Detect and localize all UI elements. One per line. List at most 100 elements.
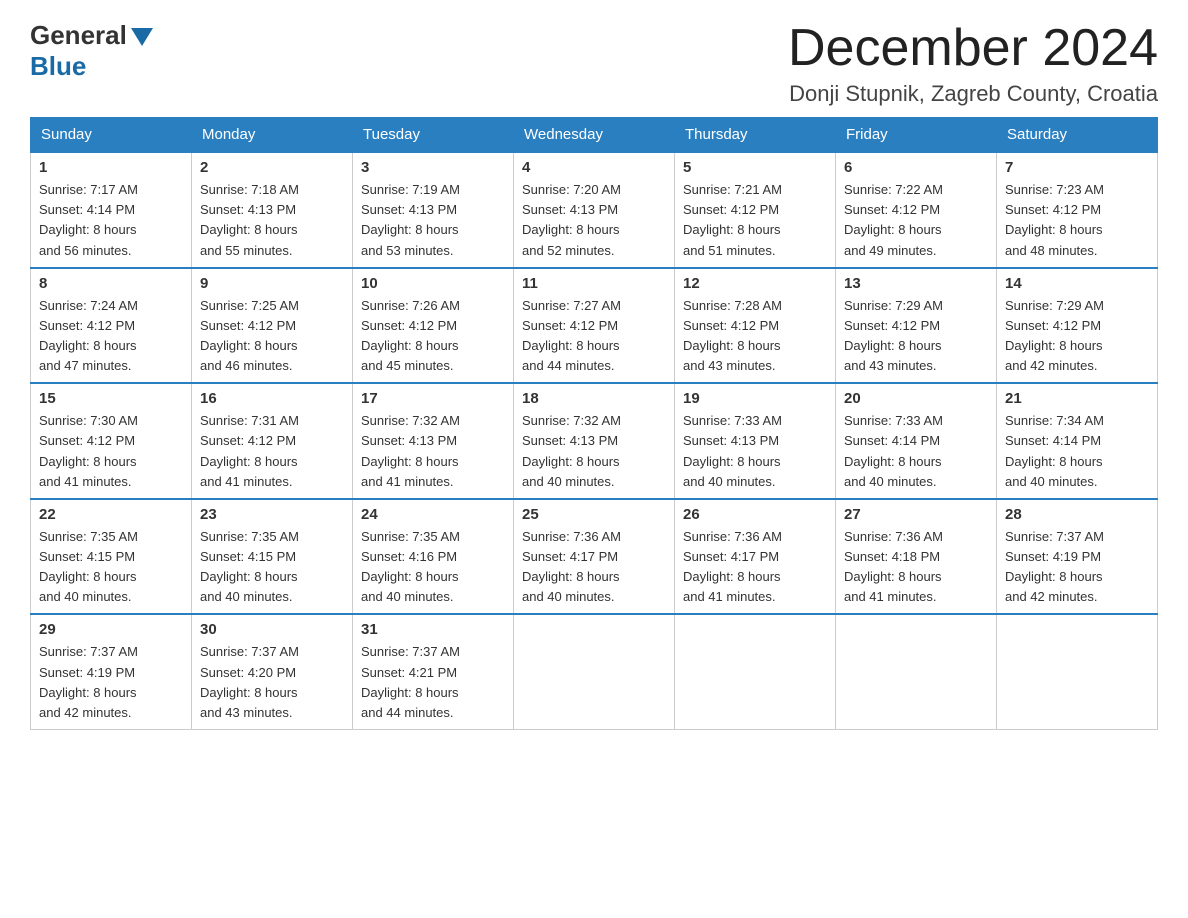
calendar-day-cell: 13 Sunrise: 7:29 AM Sunset: 4:12 PM Dayl… — [836, 268, 997, 384]
day-info: Sunrise: 7:27 AM Sunset: 4:12 PM Dayligh… — [522, 296, 666, 377]
day-info: Sunrise: 7:35 AM Sunset: 4:15 PM Dayligh… — [200, 527, 344, 608]
day-info: Sunrise: 7:26 AM Sunset: 4:12 PM Dayligh… — [361, 296, 505, 377]
logo: General Blue — [30, 20, 153, 82]
day-number: 4 — [522, 159, 666, 176]
day-number: 13 — [844, 275, 988, 292]
calendar-day-cell: 31 Sunrise: 7:37 AM Sunset: 4:21 PM Dayl… — [353, 614, 514, 729]
day-number: 14 — [1005, 275, 1149, 292]
calendar-week-row: 1 Sunrise: 7:17 AM Sunset: 4:14 PM Dayli… — [31, 152, 1158, 268]
day-number: 6 — [844, 159, 988, 176]
day-info: Sunrise: 7:25 AM Sunset: 4:12 PM Dayligh… — [200, 296, 344, 377]
calendar-week-row: 22 Sunrise: 7:35 AM Sunset: 4:15 PM Dayl… — [31, 499, 1158, 615]
day-info: Sunrise: 7:17 AM Sunset: 4:14 PM Dayligh… — [39, 180, 183, 261]
weekday-header-saturday: Saturday — [997, 118, 1158, 153]
day-number: 17 — [361, 390, 505, 407]
day-number: 22 — [39, 506, 183, 523]
weekday-header-tuesday: Tuesday — [353, 118, 514, 153]
calendar-day-cell: 3 Sunrise: 7:19 AM Sunset: 4:13 PM Dayli… — [353, 152, 514, 268]
weekday-header-thursday: Thursday — [675, 118, 836, 153]
day-number: 11 — [522, 275, 666, 292]
day-info: Sunrise: 7:33 AM Sunset: 4:14 PM Dayligh… — [844, 411, 988, 492]
calendar-day-cell: 20 Sunrise: 7:33 AM Sunset: 4:14 PM Dayl… — [836, 383, 997, 499]
calendar-day-cell: 1 Sunrise: 7:17 AM Sunset: 4:14 PM Dayli… — [31, 152, 192, 268]
weekday-header-friday: Friday — [836, 118, 997, 153]
day-info: Sunrise: 7:32 AM Sunset: 4:13 PM Dayligh… — [361, 411, 505, 492]
day-number: 10 — [361, 275, 505, 292]
day-info: Sunrise: 7:29 AM Sunset: 4:12 PM Dayligh… — [1005, 296, 1149, 377]
logo-general-text: General — [30, 20, 153, 51]
calendar-day-cell: 27 Sunrise: 7:36 AM Sunset: 4:18 PM Dayl… — [836, 499, 997, 615]
calendar-day-cell: 12 Sunrise: 7:28 AM Sunset: 4:12 PM Dayl… — [675, 268, 836, 384]
calendar-day-cell: 16 Sunrise: 7:31 AM Sunset: 4:12 PM Dayl… — [192, 383, 353, 499]
day-number: 28 — [1005, 506, 1149, 523]
day-number: 25 — [522, 506, 666, 523]
weekday-header-monday: Monday — [192, 118, 353, 153]
calendar-day-cell: 17 Sunrise: 7:32 AM Sunset: 4:13 PM Dayl… — [353, 383, 514, 499]
calendar-day-cell: 4 Sunrise: 7:20 AM Sunset: 4:13 PM Dayli… — [514, 152, 675, 268]
day-info: Sunrise: 7:34 AM Sunset: 4:14 PM Dayligh… — [1005, 411, 1149, 492]
day-number: 9 — [200, 275, 344, 292]
calendar-day-cell: 14 Sunrise: 7:29 AM Sunset: 4:12 PM Dayl… — [997, 268, 1158, 384]
calendar-day-cell: 5 Sunrise: 7:21 AM Sunset: 4:12 PM Dayli… — [675, 152, 836, 268]
calendar-day-cell: 21 Sunrise: 7:34 AM Sunset: 4:14 PM Dayl… — [997, 383, 1158, 499]
calendar-day-cell: 6 Sunrise: 7:22 AM Sunset: 4:12 PM Dayli… — [836, 152, 997, 268]
day-number: 29 — [39, 621, 183, 638]
day-number: 7 — [1005, 159, 1149, 176]
day-info: Sunrise: 7:22 AM Sunset: 4:12 PM Dayligh… — [844, 180, 988, 261]
calendar-week-row: 15 Sunrise: 7:30 AM Sunset: 4:12 PM Dayl… — [31, 383, 1158, 499]
day-info: Sunrise: 7:29 AM Sunset: 4:12 PM Dayligh… — [844, 296, 988, 377]
calendar-day-cell: 25 Sunrise: 7:36 AM Sunset: 4:17 PM Dayl… — [514, 499, 675, 615]
day-info: Sunrise: 7:36 AM Sunset: 4:17 PM Dayligh… — [522, 527, 666, 608]
day-number: 16 — [200, 390, 344, 407]
calendar-day-cell: 28 Sunrise: 7:37 AM Sunset: 4:19 PM Dayl… — [997, 499, 1158, 615]
day-number: 19 — [683, 390, 827, 407]
day-info: Sunrise: 7:37 AM Sunset: 4:19 PM Dayligh… — [1005, 527, 1149, 608]
calendar-day-cell: 30 Sunrise: 7:37 AM Sunset: 4:20 PM Dayl… — [192, 614, 353, 729]
day-number: 27 — [844, 506, 988, 523]
day-number: 1 — [39, 159, 183, 176]
calendar-day-cell: 18 Sunrise: 7:32 AM Sunset: 4:13 PM Dayl… — [514, 383, 675, 499]
logo-blue-text: Blue — [30, 51, 153, 82]
calendar-week-row: 8 Sunrise: 7:24 AM Sunset: 4:12 PM Dayli… — [31, 268, 1158, 384]
calendar-day-cell: 29 Sunrise: 7:37 AM Sunset: 4:19 PM Dayl… — [31, 614, 192, 729]
calendar-day-cell: 19 Sunrise: 7:33 AM Sunset: 4:13 PM Dayl… — [675, 383, 836, 499]
day-number: 23 — [200, 506, 344, 523]
day-number: 8 — [39, 275, 183, 292]
day-number: 5 — [683, 159, 827, 176]
day-info: Sunrise: 7:35 AM Sunset: 4:15 PM Dayligh… — [39, 527, 183, 608]
day-info: Sunrise: 7:33 AM Sunset: 4:13 PM Dayligh… — [683, 411, 827, 492]
day-info: Sunrise: 7:19 AM Sunset: 4:13 PM Dayligh… — [361, 180, 505, 261]
day-info: Sunrise: 7:36 AM Sunset: 4:17 PM Dayligh… — [683, 527, 827, 608]
day-info: Sunrise: 7:31 AM Sunset: 4:12 PM Dayligh… — [200, 411, 344, 492]
day-number: 18 — [522, 390, 666, 407]
calendar-day-cell: 23 Sunrise: 7:35 AM Sunset: 4:15 PM Dayl… — [192, 499, 353, 615]
location-subtitle: Donji Stupnik, Zagreb County, Croatia — [788, 81, 1158, 107]
calendar-day-cell: 26 Sunrise: 7:36 AM Sunset: 4:17 PM Dayl… — [675, 499, 836, 615]
calendar-day-cell: 24 Sunrise: 7:35 AM Sunset: 4:16 PM Dayl… — [353, 499, 514, 615]
day-info: Sunrise: 7:23 AM Sunset: 4:12 PM Dayligh… — [1005, 180, 1149, 261]
calendar-day-cell: 9 Sunrise: 7:25 AM Sunset: 4:12 PM Dayli… — [192, 268, 353, 384]
day-info: Sunrise: 7:18 AM Sunset: 4:13 PM Dayligh… — [200, 180, 344, 261]
day-number: 26 — [683, 506, 827, 523]
day-info: Sunrise: 7:24 AM Sunset: 4:12 PM Dayligh… — [39, 296, 183, 377]
day-number: 21 — [1005, 390, 1149, 407]
day-number: 12 — [683, 275, 827, 292]
day-info: Sunrise: 7:37 AM Sunset: 4:20 PM Dayligh… — [200, 642, 344, 723]
day-info: Sunrise: 7:36 AM Sunset: 4:18 PM Dayligh… — [844, 527, 988, 608]
day-info: Sunrise: 7:37 AM Sunset: 4:19 PM Dayligh… — [39, 642, 183, 723]
day-info: Sunrise: 7:28 AM Sunset: 4:12 PM Dayligh… — [683, 296, 827, 377]
day-info: Sunrise: 7:32 AM Sunset: 4:13 PM Dayligh… — [522, 411, 666, 492]
calendar-day-cell: 2 Sunrise: 7:18 AM Sunset: 4:13 PM Dayli… — [192, 152, 353, 268]
day-number: 31 — [361, 621, 505, 638]
day-number: 20 — [844, 390, 988, 407]
calendar-day-cell: 7 Sunrise: 7:23 AM Sunset: 4:12 PM Dayli… — [997, 152, 1158, 268]
day-number: 3 — [361, 159, 505, 176]
day-info: Sunrise: 7:35 AM Sunset: 4:16 PM Dayligh… — [361, 527, 505, 608]
title-section: December 2024 Donji Stupnik, Zagreb Coun… — [788, 20, 1158, 107]
calendar-table: SundayMondayTuesdayWednesdayThursdayFrid… — [30, 117, 1158, 730]
calendar-day-cell — [997, 614, 1158, 729]
weekday-header-sunday: Sunday — [31, 118, 192, 153]
day-info: Sunrise: 7:37 AM Sunset: 4:21 PM Dayligh… — [361, 642, 505, 723]
weekday-header-wednesday: Wednesday — [514, 118, 675, 153]
weekday-header-row: SundayMondayTuesdayWednesdayThursdayFrid… — [31, 118, 1158, 153]
